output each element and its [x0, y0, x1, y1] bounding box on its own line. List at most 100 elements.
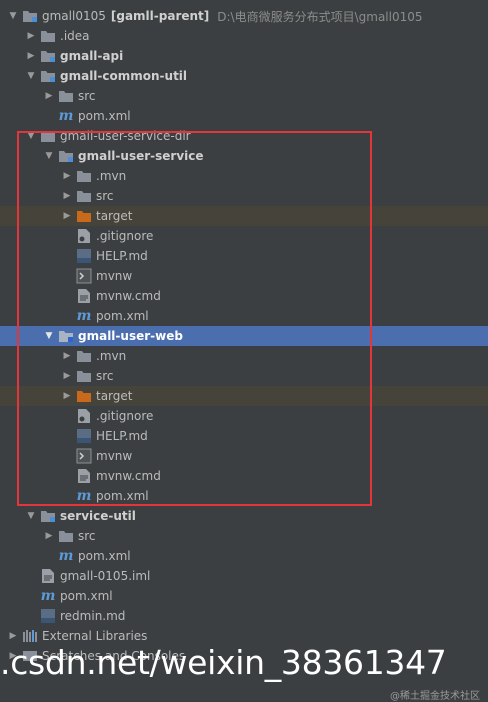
folder-icon — [40, 128, 56, 144]
tree-row-idea[interactable]: ▶ .idea — [0, 26, 488, 46]
folder-icon — [40, 28, 56, 44]
src-label: src — [78, 529, 96, 543]
chevron-right-icon[interactable]: ▶ — [61, 166, 73, 186]
chevron-right-icon[interactable]: ▶ — [61, 206, 73, 226]
mvn-label: .mvn — [96, 349, 127, 363]
module-folder-icon — [58, 148, 74, 164]
chevron-down-icon[interactable]: ▼ — [25, 126, 37, 146]
markdown-file-icon — [76, 248, 92, 264]
tree-row-service-util-pom[interactable]: m pom.xml — [0, 546, 488, 566]
chevron-down-icon[interactable]: ▼ — [7, 6, 19, 26]
tree-row-service-util-src[interactable]: ▶ src — [0, 526, 488, 546]
tree-row-user-web-mvn[interactable]: ▶ .mvn — [0, 346, 488, 366]
tree-row-user-service[interactable]: ▼ gmall-user-service — [0, 146, 488, 166]
src-label: src — [96, 189, 114, 203]
chevron-down-icon[interactable]: ▼ — [25, 506, 37, 526]
mvnw-cmd-label: mvnw.cmd — [96, 469, 161, 483]
tree-row-common-util[interactable]: ▼ gmall-common-util — [0, 66, 488, 86]
idea-label: .idea — [60, 29, 90, 43]
chevron-right-icon[interactable]: ▶ — [61, 186, 73, 206]
maven-icon: m — [76, 308, 92, 324]
tree-row-root-pom[interactable]: m pom.xml — [0, 586, 488, 606]
shell-script-icon — [76, 448, 92, 464]
tree-row-user-service-target[interactable]: ▶ target — [0, 206, 488, 226]
chevron-right-icon[interactable]: ▶ — [61, 386, 73, 406]
tree-row-user-web-help[interactable]: HELP.md — [0, 426, 488, 446]
gmall-api-label: gmall-api — [60, 49, 124, 63]
tree-row-user-web-src[interactable]: ▶ src — [0, 366, 488, 386]
libraries-icon — [22, 628, 38, 644]
tree-row-service-util[interactable]: ▼ service-util — [0, 506, 488, 526]
markdown-file-icon — [40, 608, 56, 624]
markdown-file-icon — [76, 428, 92, 444]
watermark-text: .csdn.net/weixin_38361347 — [0, 643, 447, 682]
redmin-label: redmin.md — [60, 609, 126, 623]
chevron-right-icon[interactable]: ▶ — [25, 26, 37, 46]
module-folder-icon — [22, 8, 38, 24]
gitignore-label: .gitignore — [96, 409, 154, 423]
chevron-right-icon[interactable]: ▶ — [61, 366, 73, 386]
user-web-label: gmall-user-web — [78, 329, 183, 343]
target-label: target — [96, 389, 133, 403]
tree-row-user-web-gitignore[interactable]: .gitignore — [0, 406, 488, 426]
chevron-right-icon[interactable]: ▶ — [43, 86, 55, 106]
pom-label: pom.xml — [96, 489, 149, 503]
tree-row-user-service-help[interactable]: HELP.md — [0, 246, 488, 266]
pom-label: pom.xml — [96, 309, 149, 323]
root-module-label: [gamll-parent] — [110, 9, 210, 23]
chevron-down-icon[interactable]: ▼ — [43, 326, 55, 346]
maven-icon: m — [58, 108, 74, 124]
chevron-right-icon[interactable]: ▶ — [43, 526, 55, 546]
mvn-label: .mvn — [96, 169, 127, 183]
folder-icon — [76, 188, 92, 204]
tree-row-user-service-mvnw-cmd[interactable]: mvnw.cmd — [0, 286, 488, 306]
user-service-dir-label: gmall-user-service-dir — [60, 129, 191, 143]
shell-script-icon — [76, 268, 92, 284]
tree-row-user-service-mvnw[interactable]: mvnw — [0, 266, 488, 286]
excluded-folder-icon — [76, 388, 92, 404]
tree-row-redmin[interactable]: redmin.md — [0, 606, 488, 626]
folder-icon — [58, 528, 74, 544]
tree-row-user-web-pom[interactable]: m pom.xml — [0, 486, 488, 506]
module-folder-icon — [40, 68, 56, 84]
mvnw-label: mvnw — [96, 269, 133, 283]
src-label: src — [78, 89, 96, 103]
watermark-small-text: @稀土掘金技术社区 — [390, 691, 480, 702]
pom-label: pom.xml — [60, 589, 113, 603]
module-folder-icon — [40, 48, 56, 64]
iml-label: gmall-0105.iml — [60, 569, 151, 583]
help-label: HELP.md — [96, 429, 148, 443]
tree-row-user-service-src[interactable]: ▶ src — [0, 186, 488, 206]
tree-row-iml[interactable]: gmall-0105.iml — [0, 566, 488, 586]
tree-row-root[interactable]: ▼ gmall0105 [gamll-parent] D:\电商微服务分布式项目… — [0, 6, 488, 26]
gitignore-file-icon — [76, 228, 92, 244]
text-file-icon — [76, 288, 92, 304]
chevron-right-icon[interactable]: ▶ — [25, 46, 37, 66]
tree-row-user-web[interactable]: ▼ gmall-user-web — [0, 326, 488, 346]
tree-row-common-util-src[interactable]: ▶ src — [0, 86, 488, 106]
chevron-down-icon[interactable]: ▼ — [43, 146, 55, 166]
maven-icon: m — [76, 488, 92, 504]
src-label: src — [96, 369, 114, 383]
tree-row-user-web-mvnw-cmd[interactable]: mvnw.cmd — [0, 466, 488, 486]
pom-label: pom.xml — [78, 549, 131, 563]
gitignore-file-icon — [76, 408, 92, 424]
folder-icon — [76, 348, 92, 364]
text-file-icon — [76, 468, 92, 484]
iml-file-icon — [40, 568, 56, 584]
mvnw-cmd-label: mvnw.cmd — [96, 289, 161, 303]
tree-row-user-service-dir[interactable]: ▼ gmall-user-service-dir — [0, 126, 488, 146]
user-service-label: gmall-user-service — [78, 149, 204, 163]
folder-icon — [76, 368, 92, 384]
tree-row-user-service-gitignore[interactable]: .gitignore — [0, 226, 488, 246]
tree-row-gmall-api[interactable]: ▶ gmall-api — [0, 46, 488, 66]
chevron-right-icon[interactable]: ▶ — [61, 346, 73, 366]
folder-icon — [58, 88, 74, 104]
tree-row-user-service-mvn[interactable]: ▶ .mvn — [0, 166, 488, 186]
tree-row-user-web-mvnw[interactable]: mvnw — [0, 446, 488, 466]
tree-row-common-util-pom[interactable]: m pom.xml — [0, 106, 488, 126]
chevron-down-icon[interactable]: ▼ — [25, 66, 37, 86]
tree-row-user-web-target[interactable]: ▶ target — [0, 386, 488, 406]
maven-icon: m — [58, 548, 74, 564]
tree-row-user-service-pom[interactable]: m pom.xml — [0, 306, 488, 326]
